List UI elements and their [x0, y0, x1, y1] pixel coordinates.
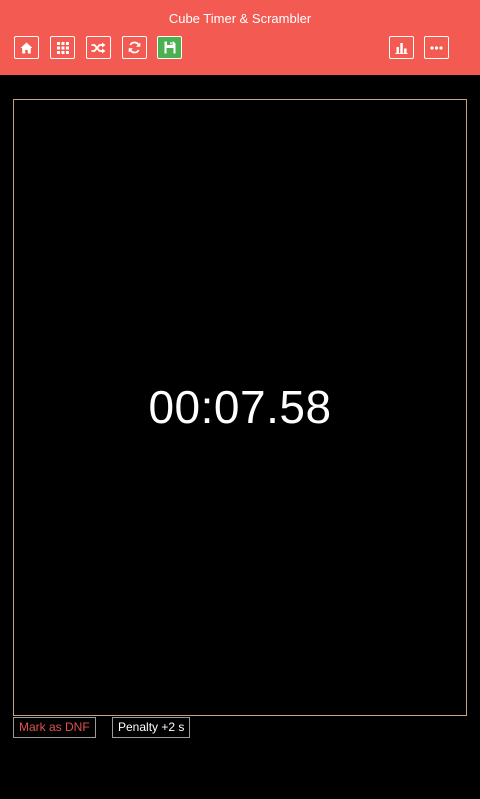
app-root: Cube Timer & Scrambler 00:07.58 Mark as … — [0, 0, 480, 799]
save-button[interactable] — [157, 36, 182, 59]
home-icon — [20, 42, 33, 53]
app-header: Cube Timer & Scrambler — [0, 0, 480, 75]
puzzle-grid-button[interactable] — [50, 36, 75, 59]
app-title: Cube Timer & Scrambler — [168, 11, 312, 26]
penalty-plus-two-button[interactable]: Penalty +2 s — [112, 717, 190, 738]
mark-dnf-button[interactable]: Mark as DNF — [13, 717, 96, 738]
refresh-icon — [128, 41, 141, 54]
reset-button[interactable] — [122, 36, 147, 59]
stats-icon — [395, 42, 408, 54]
home-button[interactable] — [14, 36, 39, 59]
more-icon — [430, 45, 443, 50]
timer-display: 00:07.58 — [148, 381, 332, 433]
shuffle-icon — [91, 42, 106, 53]
scramble-button[interactable] — [86, 36, 111, 59]
more-options-button[interactable] — [424, 36, 449, 59]
timer-area[interactable]: 00:07.58 — [13, 99, 467, 716]
save-icon — [164, 41, 175, 54]
statistics-button[interactable] — [389, 36, 414, 59]
grid-icon — [56, 41, 69, 54]
